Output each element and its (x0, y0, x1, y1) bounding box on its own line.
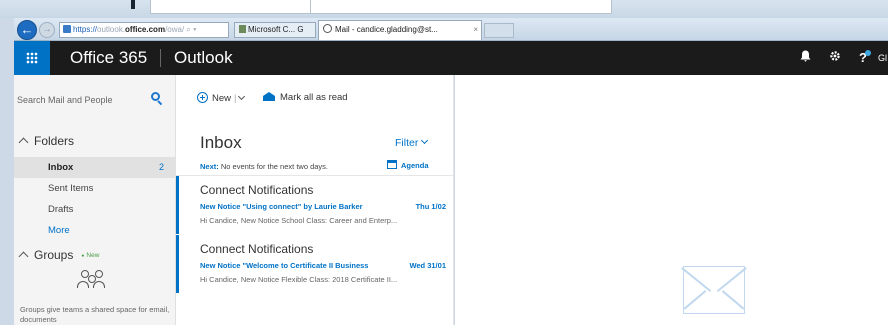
avatar[interactable]: Gl (878, 41, 887, 75)
mark-all-label: Mark all as read (280, 92, 348, 103)
folder-label: Inbox (48, 162, 74, 173)
filter-label: Filter (395, 137, 419, 149)
help-dot (864, 50, 871, 56)
message-date: Thu 1/02 (415, 202, 446, 211)
chevron-up-icon (18, 251, 29, 262)
url-domain-sub: outlook. (97, 25, 126, 34)
back-button[interactable]: ← (17, 20, 37, 40)
url-domain: office.com (125, 25, 166, 34)
chevron-down-icon[interactable] (238, 92, 246, 101)
new-tab-button[interactable] (484, 23, 514, 38)
command-bar: New | Mark all as read (177, 75, 477, 115)
window-frame-left (0, 18, 14, 325)
app-launcher-button[interactable] (14, 41, 50, 75)
outlook-tab-icon (323, 24, 332, 33)
message-row[interactable]: Connect Notifications New Notice "Using … (176, 176, 454, 234)
unread-count: 2 (158, 162, 164, 172)
mark-all-read-button[interactable]: Mark all as read (263, 92, 348, 103)
forward-button[interactable]: → (39, 22, 55, 38)
chevron-down-icon (421, 136, 429, 145)
url-path: /owa/ (165, 25, 185, 34)
filter-button[interactable]: Filter (395, 136, 429, 149)
folder-label: Drafts (48, 204, 74, 215)
message-subject: New Notice "Welcome to Certificate II Bu… (200, 261, 369, 270)
page-title: Inbox (200, 133, 242, 152)
header-divider (160, 49, 161, 67)
folder-item-more[interactable]: More (14, 220, 176, 241)
message-date: Wed 31/01 (409, 261, 446, 270)
agenda-label: Agenda (401, 161, 429, 170)
new-label: New (212, 93, 232, 104)
plus-icon (197, 92, 208, 103)
folder-label: Sent Items (48, 183, 94, 194)
chevron-up-icon (18, 137, 29, 148)
new-separator: | (234, 93, 237, 104)
groups-icon (77, 270, 107, 290)
background-page-divider (310, 0, 311, 14)
calendar-icon (387, 160, 397, 169)
tab-title: Mail - candice.gladding@st... (335, 25, 438, 34)
address-bar[interactable]: https://outlook.office.com/owa/ ⌕ ▾ (59, 22, 229, 38)
next-label: Next: (200, 162, 219, 171)
tab-title: Microsoft C... G (248, 25, 304, 34)
app-name[interactable]: Outlook (174, 41, 233, 75)
browser-tab-microsoft[interactable]: Microsoft C... G (234, 22, 316, 38)
url-controls[interactable]: ⌕ ▾ (186, 25, 196, 34)
message-sender: Connect Notifications (200, 242, 314, 256)
groups-header[interactable]: Groups New (18, 248, 99, 262)
new-message-button[interactable]: New | (197, 92, 246, 104)
waffle-icon (26, 52, 38, 64)
message-preview: Hi Candice, New Notice Flexible Class: 2… (200, 275, 398, 284)
brand-name[interactable]: Office 365 (70, 41, 147, 75)
folder-pane: Search Mail and People Folders Inbox 2 S… (14, 75, 176, 325)
reading-pane (455, 75, 888, 325)
search-input[interactable]: Search Mail and People (17, 90, 162, 110)
next-events-line: Next: No events for the next two days. (200, 162, 328, 171)
background-page-sheet (150, 0, 612, 14)
gear-icon[interactable] (820, 41, 850, 75)
suite-header: Office 365 Outlook ? Gl (14, 41, 888, 75)
close-tab-icon[interactable]: × (473, 21, 478, 39)
search-icon[interactable] (150, 92, 164, 106)
folder-label: More (48, 225, 70, 236)
url-scheme: https:// (73, 25, 98, 34)
groups-description: Groups give teams a shared space for ema… (20, 305, 170, 324)
next-events-text: No events for the next two days. (220, 162, 328, 171)
new-badge: New (81, 252, 99, 259)
help-icon[interactable]: ? (850, 41, 880, 75)
message-sender: Connect Notifications (200, 183, 314, 197)
message-preview: Hi Candice, New Notice School Class: Car… (200, 216, 398, 225)
tab-lock-icon (239, 25, 246, 33)
lock-icon (63, 25, 71, 33)
envelope-open-icon (263, 92, 275, 101)
groups-label: Groups (34, 248, 74, 262)
bell-icon[interactable] (790, 41, 820, 75)
background-page-marker (131, 0, 135, 9)
browser-toolbar: ← → https://outlook.office.com/owa/ ⌕ ▾ … (14, 18, 888, 41)
envelope-icon (681, 266, 747, 314)
browser-tab-mail[interactable]: Mail - candice.gladding@st... × (318, 20, 482, 40)
unread-indicator (176, 176, 179, 234)
message-subject: New Notice "Using connect" by Laurie Bar… (200, 202, 363, 211)
folders-header[interactable]: Folders (18, 134, 75, 148)
message-row[interactable]: Connect Notifications New Notice "Welcom… (176, 235, 454, 293)
folders-label: Folders (34, 134, 75, 148)
folder-item-sent[interactable]: Sent Items (14, 178, 176, 199)
folder-item-inbox[interactable]: Inbox 2 (14, 157, 176, 178)
folder-item-drafts[interactable]: Drafts (14, 199, 176, 220)
unread-indicator (176, 235, 179, 293)
agenda-button[interactable]: Agenda (387, 160, 429, 170)
